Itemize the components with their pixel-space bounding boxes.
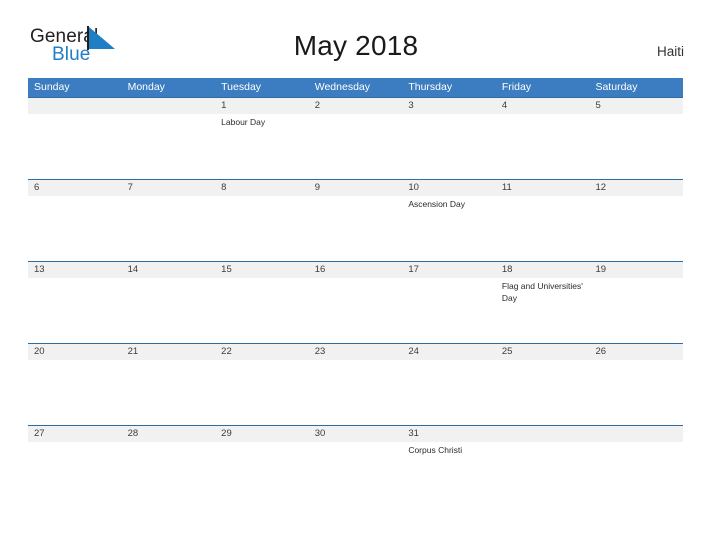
week-body-strip — [28, 360, 683, 425]
day-number[interactable]: 13 — [28, 262, 122, 278]
day-event: Flag and Universities' Day — [501, 281, 583, 303]
weekday-wednesday: Wednesday — [314, 81, 370, 93]
day-event — [28, 442, 122, 502]
day-event — [28, 114, 122, 179]
day-number[interactable]: 18 — [496, 262, 590, 278]
day-number[interactable]: 20 — [28, 344, 122, 360]
day-event — [402, 114, 496, 179]
day-number[interactable]: 29 — [215, 426, 309, 442]
day-event — [496, 442, 590, 502]
day-number[interactable] — [28, 98, 122, 114]
weekday-friday: Friday — [501, 81, 532, 93]
day-number[interactable]: 4 — [496, 98, 590, 114]
day-number[interactable]: 30 — [309, 426, 403, 442]
day-number[interactable]: 8 — [215, 180, 309, 196]
weekday-thursday: Thursday — [408, 81, 453, 93]
week-date-strip: 1 2 3 4 5 — [28, 98, 683, 114]
day-event: Labour Day — [221, 117, 266, 127]
weekday-tuesday: Tuesday — [221, 81, 262, 93]
day-event — [402, 278, 496, 343]
day-number[interactable]: 31 — [402, 426, 496, 442]
day-event — [309, 114, 403, 179]
day-event — [589, 442, 683, 502]
day-event — [122, 278, 216, 343]
region-label: Haiti — [656, 44, 684, 59]
week-date-strip: 6 7 8 9 10 11 12 — [28, 180, 683, 196]
week-date-strip: 20 21 22 23 24 25 26 — [28, 344, 683, 360]
day-event — [215, 278, 309, 343]
day-number[interactable]: 5 — [589, 98, 683, 114]
day-event — [402, 360, 496, 425]
day-number[interactable]: 9 — [309, 180, 403, 196]
day-number[interactable]: 19 — [589, 262, 683, 278]
day-number[interactable]: 12 — [589, 180, 683, 196]
day-event — [215, 360, 309, 425]
day-number[interactable] — [122, 98, 216, 114]
day-event — [122, 196, 216, 261]
day-number[interactable]: 27 — [28, 426, 122, 442]
day-number[interactable]: 17 — [402, 262, 496, 278]
day-number[interactable]: 1 — [215, 98, 309, 114]
calendar-grid: Sunday Monday Tuesday Wednesday Thursday… — [28, 78, 683, 502]
week-date-strip: 27 28 29 30 31 — [28, 426, 683, 442]
day-number[interactable]: 16 — [309, 262, 403, 278]
weekday-saturday: Saturday — [595, 81, 638, 93]
day-event — [589, 360, 683, 425]
day-event — [215, 442, 309, 502]
day-number[interactable]: 24 — [402, 344, 496, 360]
page-header: General Blue May 2018 Haiti — [0, 0, 712, 76]
week-row: 6 7 8 9 10 11 12 Ascension Day — [28, 179, 683, 261]
day-number[interactable]: 2 — [309, 98, 403, 114]
day-event — [28, 196, 122, 261]
week-date-strip: 13 14 15 16 17 18 19 — [28, 262, 683, 278]
day-event: Corpus Christi — [408, 445, 463, 455]
week-row: 20 21 22 23 24 25 26 — [28, 343, 683, 425]
day-event — [589, 278, 683, 343]
day-number[interactable]: 3 — [402, 98, 496, 114]
day-number[interactable] — [496, 426, 590, 442]
day-event: Ascension Day — [408, 199, 466, 209]
week-row: 1 2 3 4 5 Labour Day — [28, 97, 683, 179]
day-event — [309, 278, 403, 343]
day-number[interactable]: 26 — [589, 344, 683, 360]
weekday-header-row: Sunday Monday Tuesday Wednesday Thursday… — [28, 78, 683, 97]
day-number[interactable]: 11 — [496, 180, 590, 196]
day-number[interactable] — [589, 426, 683, 442]
day-number[interactable]: 25 — [496, 344, 590, 360]
day-number[interactable]: 6 — [28, 180, 122, 196]
day-number[interactable]: 23 — [309, 344, 403, 360]
day-event — [122, 442, 216, 502]
day-number[interactable]: 14 — [122, 262, 216, 278]
page-title: May 2018 — [293, 30, 419, 61]
day-event — [28, 360, 122, 425]
day-event — [496, 114, 590, 179]
day-number[interactable]: 28 — [122, 426, 216, 442]
day-number[interactable]: 22 — [215, 344, 309, 360]
day-number[interactable]: 7 — [122, 180, 216, 196]
week-body-strip: Ascension Day — [28, 196, 683, 261]
week-body-strip: Labour Day — [28, 114, 683, 179]
day-event — [309, 196, 403, 261]
day-number[interactable]: 21 — [122, 344, 216, 360]
day-event — [589, 196, 683, 261]
day-event — [309, 360, 403, 425]
day-event — [589, 114, 683, 179]
week-body-strip: Flag and Universities' Day — [28, 278, 683, 343]
week-row: 13 14 15 16 17 18 19 Flag and Universiti… — [28, 261, 683, 343]
day-event — [215, 196, 309, 261]
weekday-monday: Monday — [127, 81, 165, 93]
weekday-sunday: Sunday — [34, 81, 70, 93]
day-event — [28, 278, 122, 343]
day-event — [496, 196, 590, 261]
day-event — [496, 360, 590, 425]
week-row: 27 28 29 30 31 Corpus Christi — [28, 425, 683, 502]
day-event — [122, 360, 216, 425]
week-body-strip: Corpus Christi — [28, 442, 683, 502]
day-number[interactable]: 15 — [215, 262, 309, 278]
day-event — [309, 442, 403, 502]
day-event — [122, 114, 216, 179]
day-number[interactable]: 10 — [402, 180, 496, 196]
